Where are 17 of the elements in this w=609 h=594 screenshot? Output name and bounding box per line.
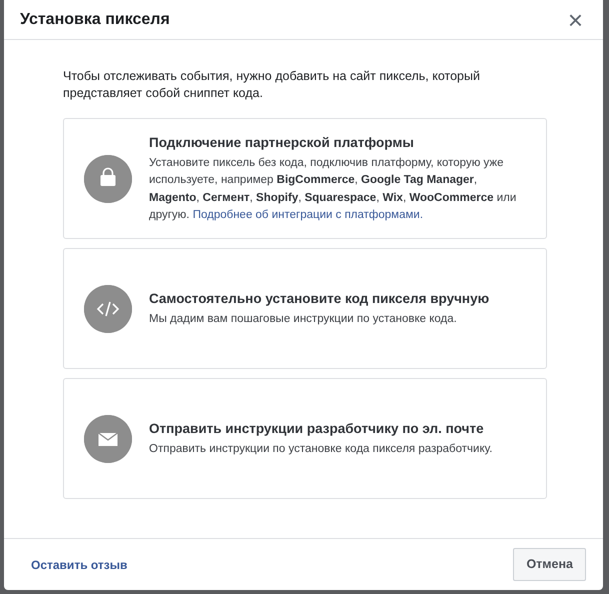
code-icon (84, 284, 132, 332)
option-title: Самостоятельно установите код пикселя вручную (149, 290, 490, 308)
option-card[interactable]: Отправить инструкции разработчику по эл. почте Отправить инструкции по установке кода пикселя разработчику. (63, 378, 547, 499)
option-card[interactable] (63, 118, 547, 239)
dialog-title: Установка пикселя (20, 10, 170, 30)
mail-icon (84, 414, 132, 462)
intro-text: Чтобы отслеживать события, нужно добавить на сайт пиксель, который представляет собой сниппет кода. (63, 68, 481, 102)
integration-link[interactable]: Подробнее об интеграции с платформами. (192, 208, 424, 221)
option-description: Установите пиксель без кода, подключив платформу, которую уже используете, например BigCommerce, Google Tag Manager, Magento, Сегмент, Shopify, Squarespace, Wix, WooCommerce или другую. Подробнее об интеграции с платформами. (149, 156, 518, 223)
option-card[interactable]: Самостоятельно установите код пикселя вручную Мы дадим вам пошаговые инструкции по установке кода. (63, 248, 547, 369)
cancel-button[interactable]: Отмена (513, 548, 586, 581)
option-description: Отправить инструкции по установке кода пикселя разработчику. (149, 442, 492, 457)
feedback-link[interactable]: Оставить отзыв (31, 556, 128, 574)
option-title: Подключение партнерской платформы (149, 134, 415, 152)
close-button[interactable]: × (564, 6, 587, 32)
option-title: Отправить инструкции разработчику по эл. почте (149, 420, 485, 438)
option-description: Мы дадим вам пошаговые инструкции по установке кода. (149, 312, 458, 327)
